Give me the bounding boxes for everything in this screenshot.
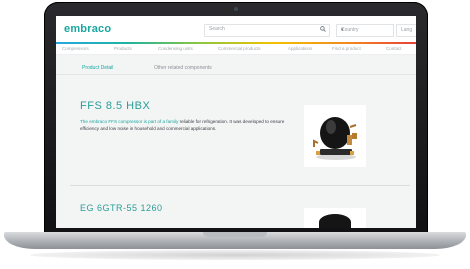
tab-divider xyxy=(56,74,416,75)
laptop-notch xyxy=(203,232,267,237)
nav-item[interactable]: Find a product xyxy=(332,46,361,51)
product-image[interactable] xyxy=(304,105,366,167)
chevron-down-icon: ▾ xyxy=(341,27,344,33)
main-nav: Compressors Products Condensing units Co… xyxy=(56,44,416,55)
product-title-2: EG 6GTR-55 1260 xyxy=(80,203,163,213)
search-placeholder: Search xyxy=(209,26,225,32)
nav-item[interactable]: Applications xyxy=(288,46,312,51)
site-header: embraco Search Country ▾ Lang xyxy=(56,16,416,42)
laptop-screen: embraco Search Country ▾ Lang Compressor… xyxy=(56,16,416,228)
search-icon[interactable] xyxy=(320,26,326,32)
section-divider xyxy=(70,185,410,186)
language-select-value: Lang xyxy=(401,27,413,33)
compressor-image xyxy=(313,117,357,160)
country-select[interactable]: Country ▾ xyxy=(336,24,394,37)
product-content: Product Detail Other related components … xyxy=(56,55,416,228)
webcam-icon xyxy=(234,7,238,11)
nav-item[interactable]: Commercial products xyxy=(218,46,261,51)
nav-item[interactable]: Contact xyxy=(386,46,402,51)
language-select[interactable]: Lang xyxy=(396,24,416,37)
product-image-2[interactable] xyxy=(304,208,366,228)
nav-item[interactable]: Compressors xyxy=(62,46,89,51)
tab-related-components[interactable]: Other related components xyxy=(148,62,218,74)
nav-item[interactable]: Condensing units xyxy=(158,46,193,51)
product-description: The embraco FFS compressor is part of a … xyxy=(80,118,300,132)
laptop-lid: embraco Search Country ▾ Lang Compressor… xyxy=(44,2,428,236)
laptop-base xyxy=(4,232,466,249)
compressor-image-2 xyxy=(319,214,351,228)
brand-logo[interactable]: embraco xyxy=(64,23,111,35)
search-input[interactable]: Search xyxy=(204,24,330,37)
product-title: FFS 8.5 HBX xyxy=(80,100,151,112)
laptop-shadow xyxy=(30,250,440,260)
nav-item[interactable]: Products xyxy=(114,46,132,51)
description-highlight: The embraco FFS compressor is part of a … xyxy=(80,119,179,124)
